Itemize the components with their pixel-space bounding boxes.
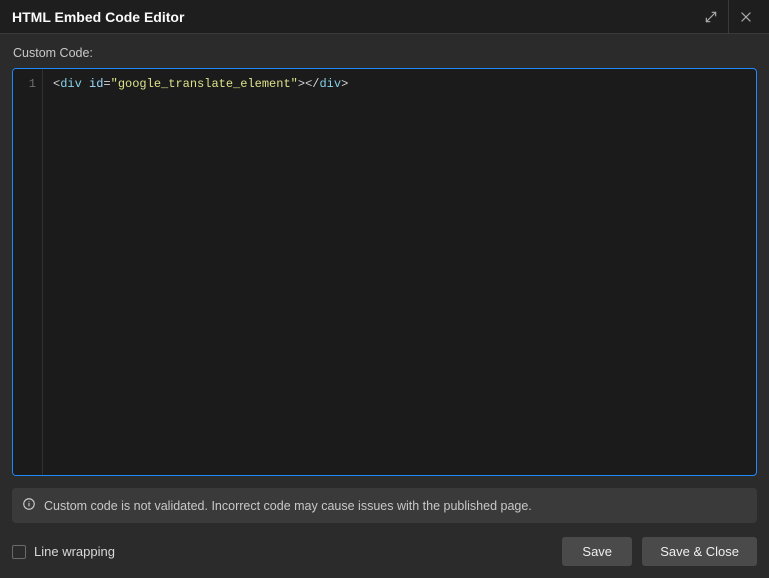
line-gutter: 1	[13, 69, 43, 475]
save-button[interactable]: Save	[562, 537, 632, 566]
code-editor[interactable]: 1 <div id="google_translate_element"></d…	[12, 68, 757, 476]
code-token: "	[291, 77, 298, 91]
code-token: =	[103, 77, 110, 91]
line-wrapping-toggle[interactable]: Line wrapping	[12, 544, 562, 559]
close-icon[interactable]	[731, 2, 761, 32]
code-token: google_translate_element	[118, 77, 291, 91]
line-wrapping-label: Line wrapping	[34, 544, 115, 559]
info-icon	[22, 497, 36, 514]
line-number: 1	[13, 75, 42, 93]
code-textarea[interactable]: <div id="google_translate_element"></div…	[43, 69, 756, 475]
window-title: HTML Embed Code Editor	[12, 9, 696, 25]
code-token: id	[89, 77, 103, 91]
editor-label: Custom Code:	[13, 46, 757, 60]
code-token: div	[319, 77, 341, 91]
code-token: "	[111, 77, 118, 91]
code-token: div	[60, 77, 82, 91]
code-token	[82, 77, 89, 91]
titlebar-divider	[728, 0, 729, 34]
title-bar: HTML Embed Code Editor	[0, 0, 769, 34]
checkbox-icon[interactable]	[12, 545, 26, 559]
code-token: </	[305, 77, 319, 91]
content-area: Custom Code: 1 <div id="google_translate…	[0, 34, 769, 578]
code-token: >	[341, 77, 348, 91]
footer: Line wrapping Save Save & Close	[12, 537, 757, 566]
expand-icon[interactable]	[696, 2, 726, 32]
button-group: Save Save & Close	[562, 537, 757, 566]
code-token: >	[298, 77, 305, 91]
save-and-close-button[interactable]: Save & Close	[642, 537, 757, 566]
validation-notice: Custom code is not validated. Incorrect …	[12, 488, 757, 523]
notice-text: Custom code is not validated. Incorrect …	[44, 499, 532, 513]
